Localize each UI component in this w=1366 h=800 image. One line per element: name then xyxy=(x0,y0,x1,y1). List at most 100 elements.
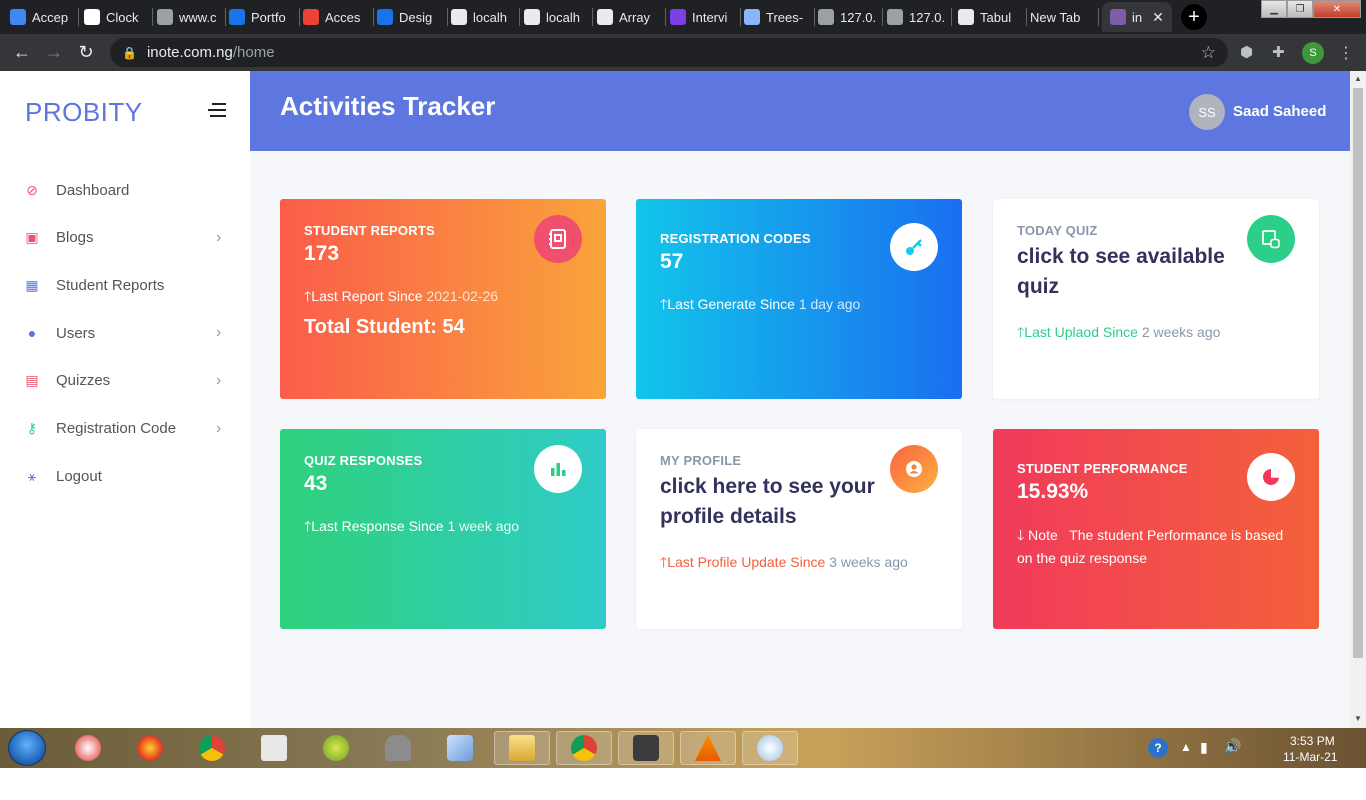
tab-label: in xyxy=(1132,9,1143,25)
browser-tab[interactable]: Accep xyxy=(10,2,74,32)
sidebar-item-quizzes[interactable]: ▤ Quizzes › xyxy=(0,361,250,401)
status-value: 2 weeks ago xyxy=(1141,324,1221,340)
user-avatar[interactable]: SS xyxy=(1189,94,1225,130)
chevron-right-icon: › xyxy=(216,324,222,342)
student-performance-card[interactable]: STUDENT PERFORMANCE 15.93% 🡓 Note The st… xyxy=(993,429,1319,629)
user-name[interactable]: Saad Saheed xyxy=(1233,103,1326,120)
help-icon[interactable]: ? xyxy=(1148,738,1168,758)
sidebar-item-users[interactable]: ● Users › xyxy=(0,313,250,353)
registration-codes-card[interactable]: REGISTRATION CODES 57 🡑Last Generate Sin… xyxy=(636,199,962,399)
page-scrollbar[interactable]: ▲ ▼ xyxy=(1350,71,1366,728)
sidebar-item-registration-code[interactable]: ⚷ Registration Code › xyxy=(0,409,250,449)
tab-label: Portfo xyxy=(251,9,286,25)
sidebar-item-logout[interactable]: ⚹ Logout xyxy=(0,456,250,496)
browser-tab[interactable]: 127.0. xyxy=(887,2,947,32)
tab-favicon-icon xyxy=(84,9,100,25)
sidebar-item-label: Student Reports xyxy=(56,276,165,294)
app-x32-icon[interactable] xyxy=(246,731,302,765)
paint-icon[interactable] xyxy=(742,731,798,765)
browser-tab[interactable]: Array xyxy=(597,2,661,32)
arrow-down-icon: 🡓 xyxy=(1017,527,1025,543)
forward-arrow-icon[interactable]: → xyxy=(43,42,65,63)
sidebar-item-blogs[interactable]: ▣ Blogs › xyxy=(0,218,250,258)
hamburger-menu-icon[interactable] xyxy=(206,103,226,121)
tab-favicon-icon xyxy=(451,9,467,25)
id-badge-icon: ▦ xyxy=(25,276,39,293)
chevron-right-icon: › xyxy=(216,371,222,389)
clock-date[interactable]: 11-Mar-21 xyxy=(1283,750,1337,764)
back-arrow-icon[interactable]: ← xyxy=(11,42,33,63)
total-students: Total Student: 54 xyxy=(304,316,465,338)
browser-tab[interactable]: Tabul xyxy=(958,2,1022,32)
profile-avatar[interactable]: S xyxy=(1302,42,1324,64)
extension-cube-icon[interactable]: ⬢ xyxy=(1240,43,1253,61)
volume-icon[interactable]: 🔊 xyxy=(1224,738,1241,755)
tab-label: www.c xyxy=(179,9,217,25)
browser-tab[interactable]: Acces xyxy=(303,2,369,32)
browser-tab[interactable]: Portfo xyxy=(229,2,295,32)
card-value: click here to see your profile details xyxy=(660,475,875,528)
tray-expand-icon[interactable]: ▲ xyxy=(1180,740,1192,754)
my-profile-card[interactable]: MY PROFILE click here to see your profil… xyxy=(636,429,962,629)
quiz-responses-card[interactable]: QUIZ RESPONSES 43 🡑Last Response Since 1… xyxy=(280,429,606,629)
maximize-button[interactable]: ❐ xyxy=(1287,0,1313,18)
tab-label: Acces xyxy=(325,9,361,25)
tab-separator xyxy=(592,8,593,26)
extensions-puzzle-icon[interactable]: ✚ xyxy=(1272,43,1285,61)
sidebar-item-dashboard[interactable]: ⊘ Dashboard xyxy=(0,170,250,210)
tab-close-icon[interactable]: ✕ xyxy=(1152,9,1164,26)
brand-logo[interactable]: PROBITY xyxy=(25,97,143,128)
browser-menu-icon[interactable]: ⋮ xyxy=(1338,43,1354,63)
tab-separator xyxy=(1098,8,1099,26)
page-header: Activities Tracker SS Saad Saheed xyxy=(250,71,1350,151)
notebook-icon xyxy=(534,215,582,263)
browser-tab[interactable]: 127.0. xyxy=(818,2,878,32)
clock-time[interactable]: 3:53 PM xyxy=(1290,734,1335,748)
sidebar: PROBITY ⊘ Dashboard ▣ Blogs › ▦ Student Report… xyxy=(0,71,250,728)
sublime-text-icon[interactable] xyxy=(618,731,674,765)
today-quiz-card[interactable]: TODAY QUIZ click to see available quiz 🡑… xyxy=(993,199,1319,399)
student-reports-card[interactable]: STUDENT REPORTS 173 🡑Last Report Since 2… xyxy=(280,199,606,399)
tab-label: 127.0. xyxy=(909,9,946,25)
sidebar-item-student-reports[interactable]: ▦ Student Reports xyxy=(0,265,250,305)
chrome-taskbar-icon[interactable] xyxy=(556,731,612,765)
chameleon-icon[interactable] xyxy=(308,731,364,765)
tab-label: Desig xyxy=(399,9,433,25)
firefox-icon[interactable] xyxy=(122,731,178,765)
vlc-icon[interactable] xyxy=(680,731,736,765)
browser-tab[interactable]: Trees- xyxy=(744,2,810,32)
browser-tab[interactable]: localh xyxy=(524,2,588,32)
scroll-down-icon[interactable]: ▼ xyxy=(1354,714,1362,723)
network-icon[interactable]: ▮ xyxy=(1200,739,1208,756)
note-label: Note xyxy=(1028,527,1058,543)
snipping-tool-icon[interactable] xyxy=(60,731,116,765)
browser-tab[interactable]: in ✕ xyxy=(1102,2,1172,32)
browser-tab[interactable]: Intervi xyxy=(670,2,736,32)
new-tab-button[interactable]: + xyxy=(1181,4,1207,30)
status-prefix: Last Uplaod Since xyxy=(1024,324,1138,340)
tab-favicon-icon xyxy=(818,9,834,25)
bookmark-star-icon[interactable]: ☆ xyxy=(1201,43,1216,63)
browser-tab[interactable]: www.c xyxy=(157,2,221,32)
tab-separator xyxy=(447,8,448,26)
start-button[interactable] xyxy=(8,730,46,766)
browser-tab[interactable]: New Tab xyxy=(1030,2,1094,32)
address-bar[interactable]: 🔒 inote.com.ng/home ☆ xyxy=(110,38,1228,67)
close-window-button[interactable]: ✕ xyxy=(1313,0,1361,18)
scroll-up-icon[interactable]: ▲ xyxy=(1354,74,1362,83)
virtualbox-cube-icon[interactable] xyxy=(432,731,488,765)
tab-label: Accep xyxy=(32,9,69,25)
browser-tab[interactable]: Desig xyxy=(377,2,443,32)
scrollbar-thumb[interactable] xyxy=(1353,88,1363,658)
chrome-icon[interactable] xyxy=(184,731,240,765)
tab-separator xyxy=(814,8,815,26)
browser-tab[interactable]: Clock xyxy=(84,2,148,32)
tab-favicon-icon xyxy=(958,9,974,25)
minimize-button[interactable]: ▁ xyxy=(1261,0,1287,18)
sidebar-item-label: Users xyxy=(56,324,96,342)
rocket-icon[interactable] xyxy=(370,731,426,765)
reload-icon[interactable]: ↻ xyxy=(75,42,97,63)
file-explorer-icon[interactable] xyxy=(494,731,550,765)
chevron-right-icon: › xyxy=(216,419,222,437)
browser-tab[interactable]: localh xyxy=(451,2,515,32)
